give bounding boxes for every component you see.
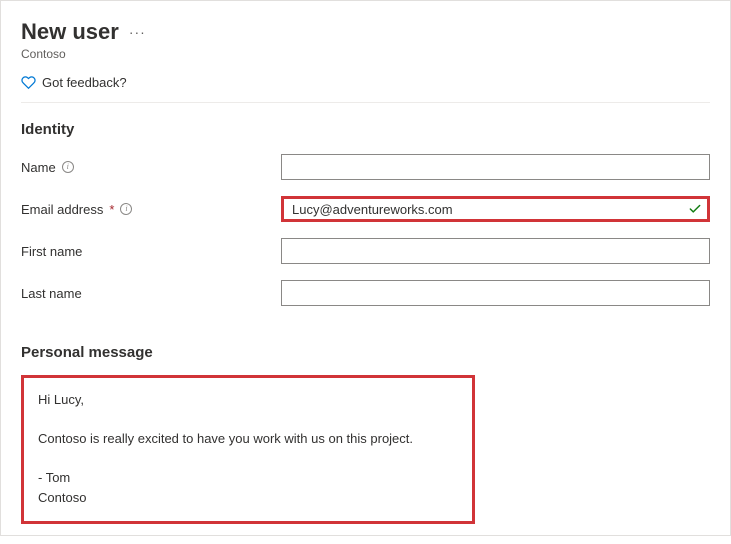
email-input[interactable]	[281, 196, 710, 222]
name-input[interactable]	[281, 154, 710, 180]
title-row: New user ···	[21, 19, 710, 45]
email-label: Email address * i	[21, 202, 281, 217]
last-name-label-text: Last name	[21, 286, 82, 301]
page-title: New user	[21, 19, 119, 45]
feedback-link[interactable]: Got feedback?	[21, 75, 710, 103]
info-icon[interactable]: i	[120, 203, 132, 215]
last-name-label: Last name	[21, 286, 281, 301]
heart-icon	[21, 75, 36, 90]
first-name-label: First name	[21, 244, 281, 259]
name-label-text: Name	[21, 160, 56, 175]
first-name-row: First name	[21, 238, 710, 264]
personal-message-heading: Personal message	[21, 344, 710, 361]
tenant-subtitle: Contoso	[21, 47, 710, 61]
required-asterisk: *	[109, 202, 114, 217]
name-input-wrap	[281, 154, 710, 180]
personal-message-textarea[interactable]: Hi Lucy, Contoso is really excited to ha…	[21, 375, 475, 524]
name-label: Name i	[21, 160, 281, 175]
last-name-input-wrap	[281, 280, 710, 306]
name-row: Name i	[21, 154, 710, 180]
feedback-label: Got feedback?	[42, 75, 127, 90]
last-name-input[interactable]	[281, 280, 710, 306]
email-input-wrap	[281, 196, 710, 222]
first-name-input[interactable]	[281, 238, 710, 264]
identity-heading: Identity	[21, 121, 710, 138]
first-name-input-wrap	[281, 238, 710, 264]
first-name-label-text: First name	[21, 244, 82, 259]
new-user-panel: New user ··· Contoso Got feedback? Ident…	[1, 1, 730, 544]
checkmark-icon	[688, 202, 702, 216]
info-icon[interactable]: i	[62, 161, 74, 173]
more-actions-icon[interactable]: ···	[129, 24, 146, 40]
email-label-text: Email address	[21, 202, 103, 217]
email-row: Email address * i	[21, 196, 710, 222]
last-name-row: Last name	[21, 280, 710, 306]
